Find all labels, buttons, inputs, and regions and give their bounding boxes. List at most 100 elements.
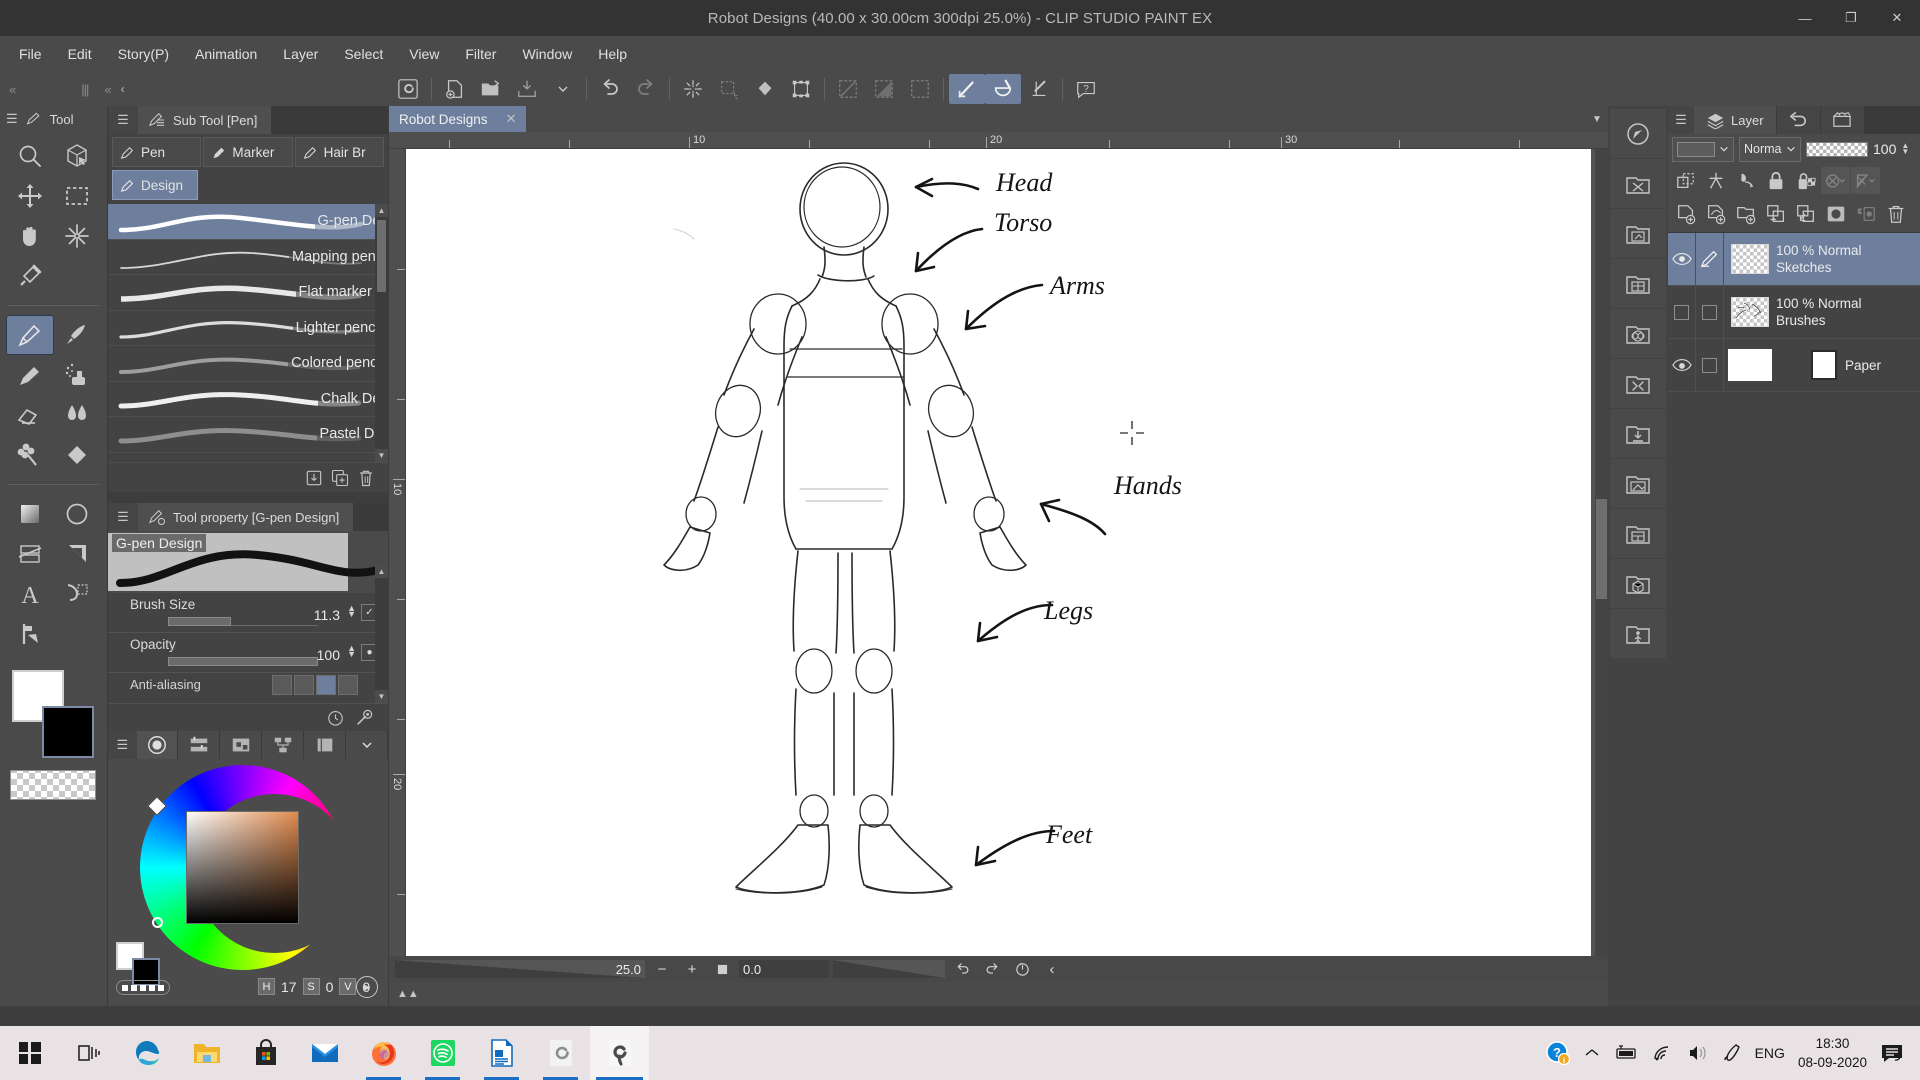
sub-tool-item-chalk[interactable]: Chalk Design — [108, 382, 388, 417]
clip-to-layer-below-button[interactable] — [1671, 167, 1700, 194]
opacity-stepper[interactable]: ▲ ▼ — [347, 644, 356, 659]
color-more-tab[interactable] — [346, 731, 388, 759]
firefox-button[interactable] — [354, 1026, 413, 1080]
menu-layer[interactable]: Layer — [270, 41, 331, 67]
menu-window[interactable]: Window — [509, 41, 585, 67]
clear-button[interactable] — [675, 74, 711, 104]
menu-animation[interactable]: Animation — [182, 41, 270, 67]
auto-select-tool[interactable] — [54, 216, 102, 256]
pen-tool[interactable] — [6, 315, 54, 355]
navigator-button[interactable] — [1610, 109, 1666, 158]
material-frame-button[interactable] — [1610, 509, 1666, 558]
sub-tool-item-lighter-pencil[interactable]: Lighter pencil Design — [108, 311, 388, 346]
layer-draw-indicator[interactable] — [1696, 286, 1724, 338]
expand-up-icon[interactable]: ▲▲ — [397, 988, 419, 1000]
move-tool[interactable] — [6, 176, 54, 216]
layer-thumbnail[interactable] — [1724, 286, 1776, 338]
rotation-slider[interactable] — [833, 960, 945, 978]
layer-name-block[interactable]: 100 % Normal Brushes — [1776, 286, 1920, 338]
aa-high-option[interactable] — [338, 675, 358, 695]
new-layer-folder-button[interactable] — [1731, 200, 1760, 227]
brush-size-slider[interactable] — [168, 617, 318, 626]
balloon-tool[interactable] — [54, 574, 102, 614]
material-pattern-button[interactable] — [1610, 309, 1666, 358]
ruler-disable-button[interactable] — [1851, 167, 1880, 194]
start-button[interactable] — [0, 1026, 59, 1080]
category-hair-brush[interactable]: Hair Br — [294, 137, 384, 167]
layer-opacity-value[interactable]: 100 — [1873, 141, 1896, 157]
color-wheel-tab[interactable] — [136, 731, 179, 759]
layer-color-select[interactable] — [1672, 136, 1734, 162]
new-document-button[interactable] — [437, 74, 473, 104]
document-tab-overflow-icon[interactable]: ▼ — [1586, 106, 1608, 132]
invert-selection-button[interactable] — [866, 74, 902, 104]
sub-tool-item-pastel[interactable]: Pastel Design — [108, 417, 388, 453]
subtool-collapse-icon[interactable]: « — [101, 82, 113, 97]
color-history-tab[interactable] — [262, 731, 305, 759]
transfer-down-button[interactable] — [1761, 200, 1790, 227]
history-swatch[interactable] — [122, 984, 128, 991]
help-button[interactable]: ? — [1068, 74, 1104, 104]
saturation-value-square[interactable] — [186, 811, 299, 924]
saturation-value[interactable]: 0 — [326, 979, 334, 995]
color-slider-tab[interactable] — [178, 731, 221, 759]
menu-file[interactable]: File — [6, 41, 55, 67]
sub-tool-list[interactable]: G-pen Design Mapping pen Design Flat mar… — [108, 204, 388, 462]
reset-rotation-button[interactable] — [1009, 959, 1035, 979]
battery-icon[interactable] — [1613, 1044, 1639, 1062]
drawing-canvas[interactable]: Head Torso Arms Hands Legs Feet — [406, 149, 1591, 982]
rotation-value[interactable]: 0.0 — [739, 960, 829, 978]
notifications-button[interactable] — [1880, 1042, 1906, 1064]
aa-none-option[interactable] — [272, 675, 292, 695]
deselect-button[interactable] — [830, 74, 866, 104]
opacity-property[interactable]: Opacity 100 ▲ ▼ ● — [108, 633, 388, 673]
decoration-tool[interactable] — [6, 435, 54, 475]
color-wheel-area[interactable] — [108, 759, 388, 974]
trash-icon[interactable] — [356, 468, 376, 488]
category-design[interactable]: Design — [112, 170, 198, 200]
fill-button[interactable] — [747, 74, 783, 104]
download-box-icon[interactable] — [304, 468, 324, 488]
zoom-out-button[interactable]: − — [649, 959, 675, 979]
redo-button[interactable] — [628, 74, 664, 104]
sub-tool-item-flat-marker[interactable]: Flat marker Design — [108, 275, 388, 311]
layer-opacity-stepper[interactable]: ▲ ▼ — [1901, 142, 1909, 156]
create-mask-button[interactable] — [1821, 200, 1850, 227]
intermediate-color-tab[interactable] — [304, 731, 347, 759]
ruler-tool[interactable] — [54, 534, 102, 574]
zoom-value[interactable]: 25.0 — [595, 962, 641, 977]
layer-name-block[interactable]: 100 % Normal Sketches — [1776, 233, 1920, 285]
layer-visibility-toggle[interactable] — [1668, 339, 1696, 391]
material-download-button[interactable] — [1610, 409, 1666, 458]
speaker-icon[interactable] — [1687, 1044, 1709, 1062]
snap-grid-button[interactable] — [1021, 74, 1057, 104]
correct-line-tool[interactable] — [6, 614, 54, 654]
transparent-color-chip[interactable] — [10, 770, 96, 800]
select-all-button[interactable] — [902, 74, 938, 104]
anti-aliasing-options[interactable] — [272, 675, 358, 695]
sub-tool-item-mapping-pen[interactable]: Mapping pen Design — [108, 240, 388, 275]
tool-property-menu-icon[interactable]: ☰ — [108, 503, 138, 531]
layer-visibility-toggle[interactable] — [1668, 286, 1696, 338]
canvas-vertical-scrollbar[interactable] — [1595, 149, 1608, 982]
layer-row-paper[interactable]: Paper — [1668, 339, 1920, 392]
zoom-slider[interactable]: 25.0 — [395, 960, 645, 978]
mail-button[interactable] — [295, 1026, 354, 1080]
color-apply-button[interactable]: ▶ — [356, 976, 378, 998]
opacity-slider[interactable] — [168, 657, 318, 666]
brush-size-value[interactable]: 11.3 — [314, 607, 340, 623]
rotate-right-button[interactable] — [979, 959, 1005, 979]
minimize-button[interactable]: — — [1782, 0, 1828, 36]
rotate-3d-tool[interactable] — [54, 136, 102, 176]
menu-select[interactable]: Select — [331, 41, 396, 67]
show-hidden-icons-button[interactable] — [1584, 1046, 1600, 1060]
wrench-icon[interactable] — [355, 708, 374, 727]
eraser-tool[interactable] — [6, 395, 54, 435]
aa-low-option[interactable] — [294, 675, 314, 695]
sub-tool-menu-icon[interactable]: ☰ — [108, 106, 138, 134]
layer-thumbnail[interactable] — [1724, 233, 1776, 285]
history-swatch[interactable] — [158, 984, 164, 991]
fit-to-screen-button[interactable] — [709, 959, 735, 979]
scroll-down-icon[interactable]: ▼ — [375, 449, 388, 462]
layer-name-block[interactable]: Paper — [1776, 339, 1920, 391]
